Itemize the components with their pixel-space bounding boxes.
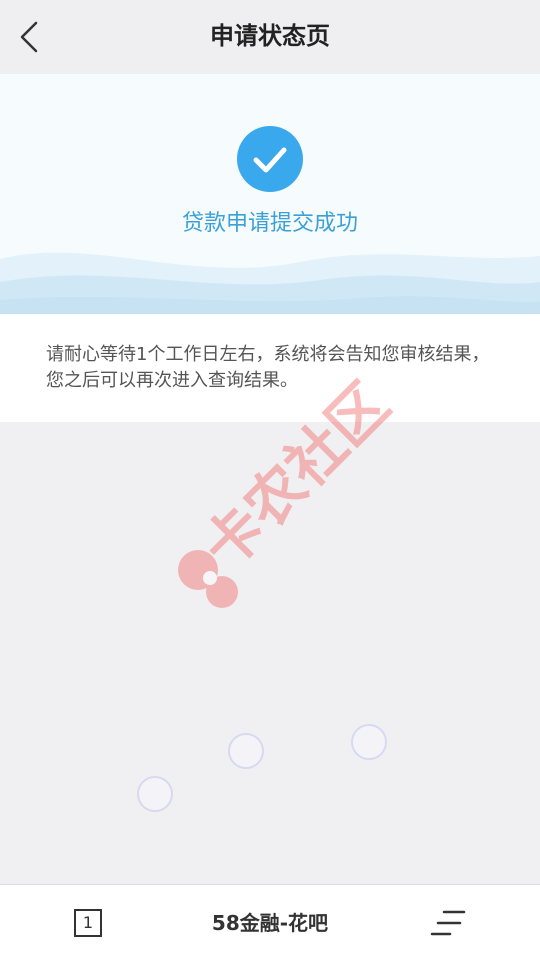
info-text: 请耐心等待1个工作日左右，系统将会告知您审核结果，您之后可以再次进入查询结果。 <box>46 344 490 391</box>
page-title: 申请状态页 <box>210 22 330 50</box>
info-card: 请耐心等待1个工作日左右，系统将会告知您审核结果，您之后可以再次进入查询结果。 <box>0 314 540 422</box>
wave-decoration <box>0 252 540 314</box>
loading-dot <box>137 776 173 812</box>
header-bar: 申请状态页 <box>0 0 540 74</box>
status-message: 贷款申请提交成功 <box>181 211 358 236</box>
check-icon <box>253 147 287 173</box>
menu-button[interactable] <box>430 907 466 939</box>
bottom-bar: 1 58金融-花吧 <box>0 884 540 961</box>
loading-dot <box>228 733 264 769</box>
status-panel: 贷款申请提交成功 <box>0 74 540 314</box>
loading-dot <box>351 724 387 760</box>
menu-icon <box>430 910 466 936</box>
success-indicator <box>237 126 303 192</box>
